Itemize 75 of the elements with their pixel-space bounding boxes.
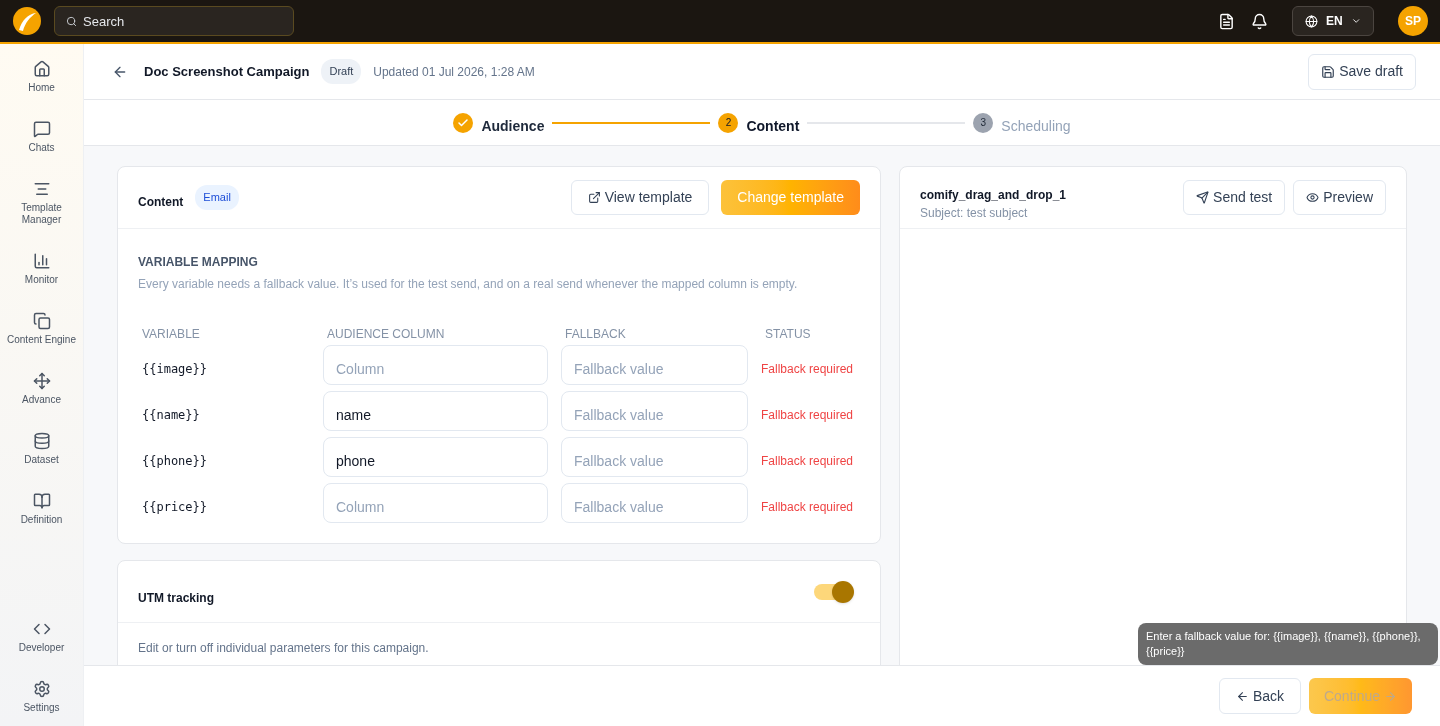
sidebar-item-icon (32, 492, 51, 510)
variable-name: {{name}} (141, 407, 201, 424)
channel-badge: Email (195, 185, 239, 210)
view-template-button[interactable]: View template (570, 180, 710, 215)
sidebar-item-icon (32, 432, 51, 450)
language-selector[interactable]: EN (1292, 6, 1374, 36)
sidebar-item-icon (32, 372, 51, 390)
sidebar-item[interactable]: Dataset (0, 428, 83, 470)
input-field[interactable]: name (323, 391, 548, 431)
save-icon (1321, 64, 1336, 79)
external-link-icon (587, 191, 601, 204)
variable-name: {{image}} (141, 361, 209, 378)
sidebar-item-icon (32, 120, 51, 138)
status-text: Fallback required (761, 499, 855, 516)
document-icon (1218, 12, 1235, 30)
section-description: Edit or turn off individual parameters for this campaign. (138, 640, 430, 657)
preview-button[interactable]: Preview (1293, 180, 1386, 215)
sidebar-item-icon (32, 312, 51, 330)
sidebar-item-icon (32, 252, 51, 270)
sidebar-item[interactable]: Chats (0, 116, 83, 158)
input-field[interactable]: Fallback value (561, 391, 748, 431)
send-test-button[interactable]: Send test (1183, 180, 1286, 215)
variable-name: {{price}} (141, 499, 209, 516)
updated-timestamp: Updated 01 Jul 2026, 1:28 AM (373, 63, 535, 81)
input-field[interactable]: Fallback value (561, 437, 748, 477)
sidebar-item-icon (32, 180, 51, 198)
template-name: comify_drag_and_drop_1 (920, 186, 1067, 204)
campaign-title: Doc Screenshot Campaign (144, 62, 310, 81)
sidebar-item[interactable]: Home (0, 56, 83, 98)
input-field[interactable]: Column (323, 483, 548, 523)
input-field[interactable]: Fallback value (561, 483, 748, 523)
stepper-step[interactable]: 3 Scheduling (973, 108, 1071, 137)
search-field[interactable]: Search (54, 6, 294, 36)
input-field[interactable]: phone (323, 437, 548, 477)
sidebar-item[interactable]: Advance (0, 368, 83, 410)
section-heading: VARIABLE MAPPING (138, 254, 259, 271)
logo-icon (12, 6, 42, 36)
card-title: UTM tracking (138, 589, 214, 607)
arrow-left-icon (1235, 689, 1249, 703)
status-text: Fallback required (761, 407, 855, 424)
variable-name: {{phone}} (141, 453, 209, 470)
column-header: FALLBACK (564, 326, 627, 343)
section-description: Every variable needs a fallback value. It’s used for the test send, and on a real send whenever the mapped column is empty. (138, 276, 799, 293)
sidebar-item-icon (32, 680, 51, 698)
sidebar-item[interactable]: Settings (0, 676, 83, 718)
arrow-right-icon (1384, 689, 1397, 703)
column-header: VARIABLE (141, 326, 201, 343)
status-text: Fallback required (761, 361, 855, 378)
utm-toggle[interactable] (814, 583, 852, 600)
sidebar-item[interactable]: Monitor (0, 248, 83, 290)
email-subject: Subject: test subject (920, 204, 1029, 222)
send-icon (1196, 191, 1210, 204)
status-badge: Draft (321, 59, 362, 84)
input-field[interactable]: Column (323, 345, 548, 385)
globe-icon (1305, 13, 1318, 29)
tooltip: Enter a fallback value for: {{image}}, {{name}}, {{phone}}, {{price}} (1138, 623, 1438, 665)
search-icon (66, 16, 77, 27)
stepper-step[interactable]: 2 Content (718, 108, 800, 137)
notification-icon (1251, 12, 1268, 30)
column-header: AUDIENCE COLUMN (326, 326, 446, 343)
sidebar-item[interactable]: Developer (0, 616, 83, 658)
eye-icon (1306, 191, 1320, 204)
status-text: Fallback required (761, 453, 855, 470)
sidebar-item[interactable]: Template Manager (0, 176, 83, 230)
sidebar-item[interactable]: Content Engine (0, 308, 83, 350)
input-field[interactable]: Fallback value (561, 345, 748, 385)
sidebar-item[interactable]: Definition (0, 488, 83, 530)
save-draft-button[interactable]: Save draft (1308, 53, 1416, 90)
column-header: STATUS (764, 326, 812, 343)
stepper-step[interactable]: Audience (453, 108, 545, 137)
step-indicator: 3 (973, 112, 994, 133)
step-indicator: 2 (718, 112, 739, 133)
back-button[interactable]: Back (1218, 678, 1301, 714)
sidebar-item-icon (32, 60, 51, 78)
card-title: Content (138, 193, 184, 211)
